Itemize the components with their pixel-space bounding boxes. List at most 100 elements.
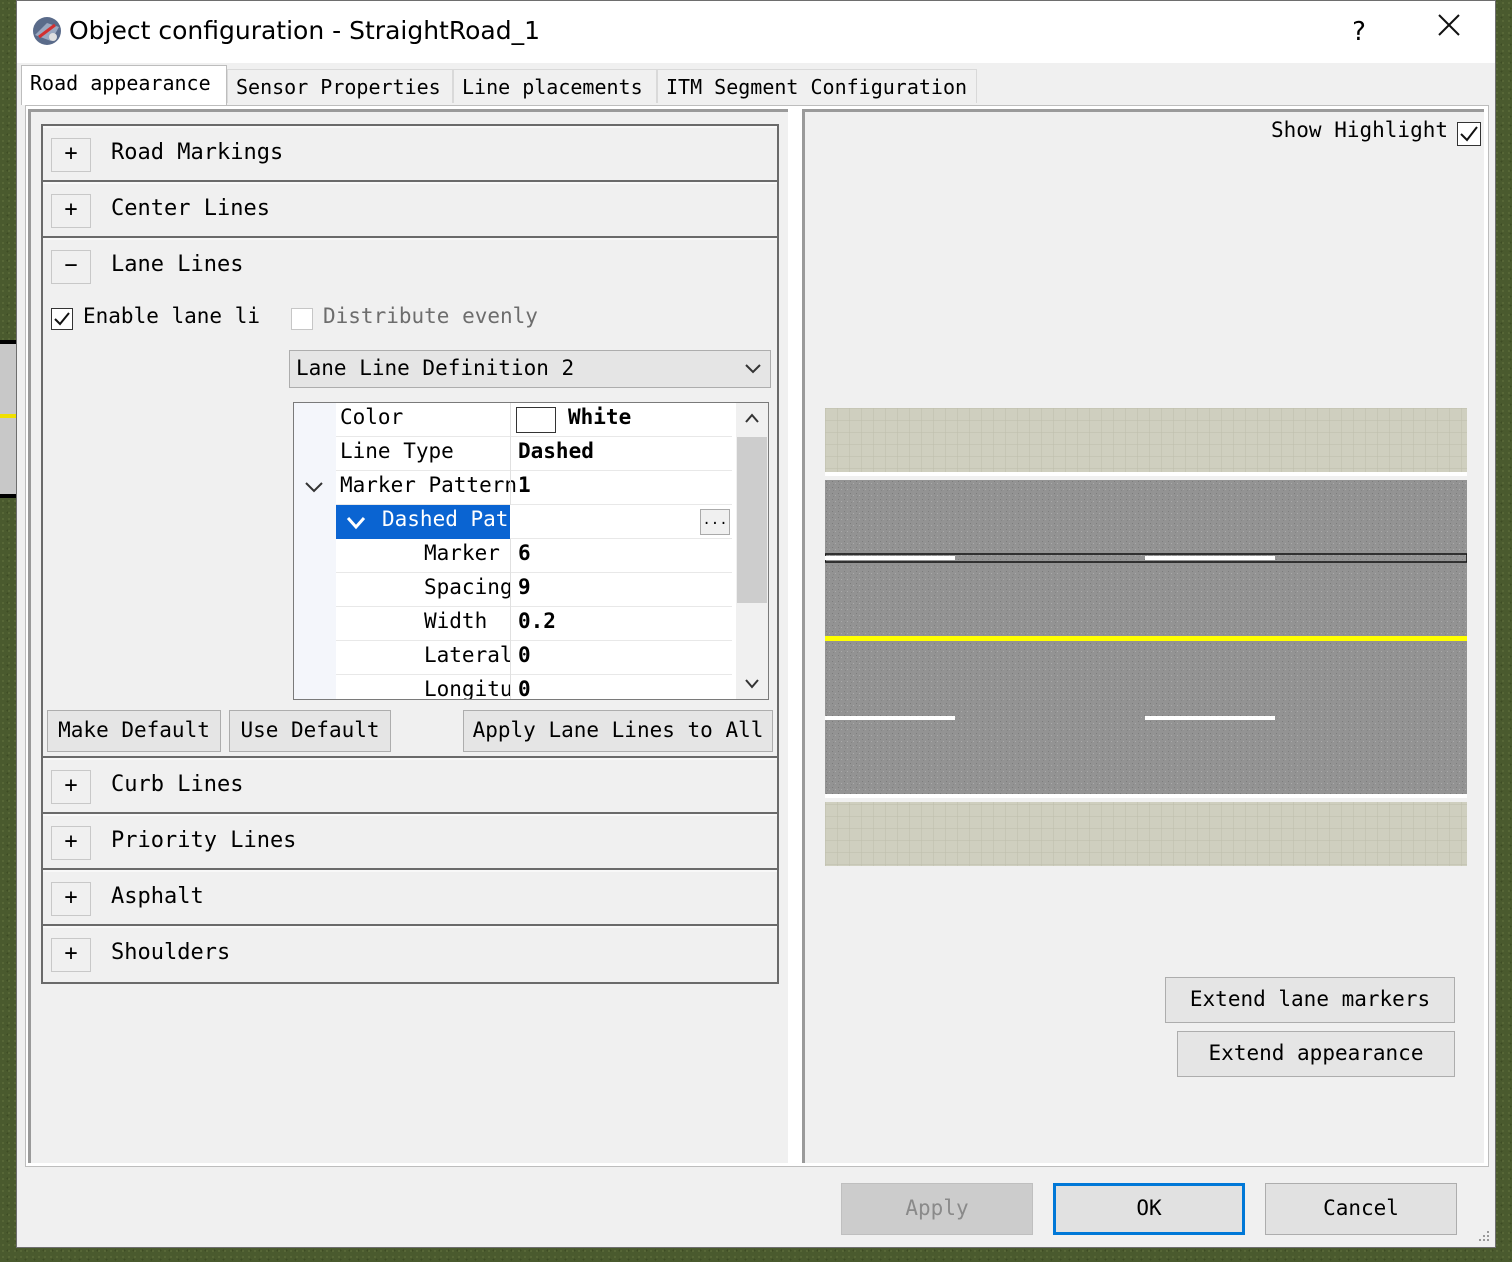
- property-value: 9: [518, 575, 531, 599]
- property-row-width[interactable]: Width 0.2: [336, 607, 732, 641]
- property-row-spacing[interactable]: Spacing 9: [336, 573, 732, 607]
- extend-appearance-button[interactable]: Extend appearance: [1177, 1031, 1455, 1077]
- property-name: Line Type: [340, 439, 454, 463]
- section-priority-lines[interactable]: + Priority Lines: [43, 814, 777, 870]
- property-value: 0: [518, 643, 531, 667]
- property-name: Spacing: [424, 575, 513, 599]
- section-road-markings[interactable]: + Road Markings: [43, 126, 777, 182]
- center-line: [825, 636, 1467, 641]
- appearance-sections-panel: + Road Markings + Center Lines − Lane Li…: [28, 109, 788, 1163]
- expand-road-markings-button[interactable]: +: [51, 138, 91, 172]
- expand-center-lines-button[interactable]: +: [51, 194, 91, 228]
- section-shoulders[interactable]: + Shoulders: [43, 926, 777, 982]
- section-curb-lines[interactable]: + Curb Lines: [43, 758, 777, 814]
- property-name: Longitu: [424, 677, 513, 700]
- close-icon: [1438, 14, 1460, 36]
- property-row-line-type[interactable]: Line Type Dashed: [336, 437, 732, 471]
- property-name: Color: [340, 405, 404, 429]
- tab-content: + Road Markings + Center Lines − Lane Li…: [25, 105, 1489, 1167]
- expand-curb-lines-button[interactable]: +: [51, 770, 91, 804]
- section-label: Curb Lines: [111, 772, 244, 797]
- section-label: Priority Lines: [111, 828, 297, 853]
- section-label: Lane Lines: [111, 252, 244, 277]
- property-name: Marker: [424, 541, 500, 565]
- selected-definition: Lane Line Definition 2: [296, 356, 575, 380]
- expand-asphalt-button[interactable]: +: [51, 882, 91, 916]
- apply-button[interactable]: Apply: [841, 1183, 1033, 1235]
- lane-line-definition-select[interactable]: Lane Line Definition 2: [289, 350, 771, 388]
- color-swatch: [516, 407, 556, 433]
- property-row-longitudinal[interactable]: Longitu 0: [336, 675, 732, 700]
- sections-list: + Road Markings + Center Lines − Lane Li…: [41, 124, 779, 984]
- tab-sensor-properties[interactable]: Sensor Properties: [227, 69, 453, 103]
- app-icon: [33, 17, 61, 45]
- title-bar: Object configuration - StraightRoad_1 ?: [17, 1, 1495, 63]
- background-road-strip: [0, 340, 16, 498]
- property-grid-scrollbar[interactable]: [736, 403, 768, 699]
- grid-gutter: [294, 403, 336, 699]
- distribute-evenly-checkbox[interactable]: [291, 308, 313, 330]
- property-name: Lateral: [424, 643, 513, 667]
- property-row-lateral[interactable]: Lateral 0: [336, 641, 732, 675]
- expand-priority-lines-button[interactable]: +: [51, 826, 91, 860]
- expand-shoulders-button[interactable]: +: [51, 938, 91, 972]
- property-value: White: [568, 405, 632, 429]
- scrollbar-thumb[interactable]: [737, 437, 767, 603]
- property-value: 6: [518, 541, 531, 565]
- object-configuration-dialog: Object configuration - StraightRoad_1 ? …: [16, 0, 1496, 1248]
- road-preview: [825, 408, 1467, 866]
- section-center-lines[interactable]: + Center Lines: [43, 182, 777, 238]
- chevron-down-icon[interactable]: [744, 677, 760, 691]
- enable-lane-lines-checkbox[interactable]: [51, 308, 73, 330]
- close-button[interactable]: [1421, 9, 1477, 55]
- section-label: Road Markings: [111, 140, 284, 165]
- property-grid: Color White Line Type Dashed Marker Patt…: [293, 402, 769, 700]
- property-row-marker[interactable]: Marker 6: [336, 539, 732, 573]
- show-highlight-checkbox[interactable]: [1457, 122, 1481, 146]
- top-shoulder: [825, 408, 1467, 472]
- property-value: Dashed: [518, 439, 594, 463]
- section-lane-lines: − Lane Lines Enable lane li Distribute e…: [43, 238, 777, 758]
- checkmark-icon: [1460, 126, 1478, 142]
- chevron-up-icon[interactable]: [744, 411, 760, 425]
- bottom-curb-line: [825, 794, 1467, 798]
- section-label: Center Lines: [111, 196, 270, 221]
- lane-dash: [825, 556, 955, 560]
- bottom-shoulder: [825, 802, 1467, 866]
- property-row-color[interactable]: Color White: [336, 403, 732, 437]
- window-title: Object configuration - StraightRoad_1: [69, 16, 540, 45]
- enable-lane-lines-label: Enable lane li: [83, 304, 261, 328]
- tab-itm-segment-configuration[interactable]: ITM Segment Configuration: [657, 69, 977, 103]
- chevron-down-icon: [745, 364, 761, 374]
- resize-grip-icon[interactable]: [1477, 1229, 1491, 1243]
- show-highlight-label: Show Highlight: [1271, 118, 1449, 142]
- property-row-dashed-pattern[interactable]: Dashed Pat ...: [336, 505, 732, 539]
- property-row-marker-pattern[interactable]: Marker Pattern 1: [336, 471, 732, 505]
- cancel-button[interactable]: Cancel: [1265, 1183, 1457, 1235]
- edit-pattern-button[interactable]: ...: [700, 509, 730, 535]
- section-label: Asphalt: [111, 884, 204, 909]
- lane-dash: [1145, 716, 1275, 720]
- distribute-evenly-label: Distribute evenly: [323, 304, 538, 328]
- chevron-down-icon[interactable]: [346, 515, 366, 531]
- property-name: Marker Pattern: [340, 473, 518, 497]
- tab-road-appearance[interactable]: Road appearance: [21, 65, 227, 105]
- lane-dash: [825, 716, 955, 720]
- checkmark-icon: [54, 312, 70, 326]
- tab-strip: Road appearance Sensor Properties Line p…: [17, 65, 1495, 105]
- make-default-button[interactable]: Make Default: [47, 710, 221, 752]
- ok-button[interactable]: OK: [1053, 1183, 1245, 1235]
- tab-line-placements[interactable]: Line placements: [453, 69, 657, 103]
- apply-lane-lines-to-all-button[interactable]: Apply Lane Lines to All: [463, 710, 773, 752]
- property-name: Dashed Pat: [382, 507, 509, 531]
- extend-lane-markers-button[interactable]: Extend lane markers: [1165, 977, 1455, 1023]
- help-button[interactable]: ?: [1335, 9, 1383, 55]
- use-default-button[interactable]: Use Default: [229, 710, 391, 752]
- collapse-lane-lines-button[interactable]: −: [51, 250, 91, 284]
- section-label: Shoulders: [111, 940, 231, 965]
- chevron-down-icon[interactable]: [304, 479, 324, 495]
- property-name: Width: [424, 609, 488, 633]
- section-asphalt[interactable]: + Asphalt: [43, 870, 777, 926]
- preview-panel: Show Highlight Extend lane markers Exten…: [802, 109, 1484, 1163]
- top-curb-line: [825, 472, 1467, 476]
